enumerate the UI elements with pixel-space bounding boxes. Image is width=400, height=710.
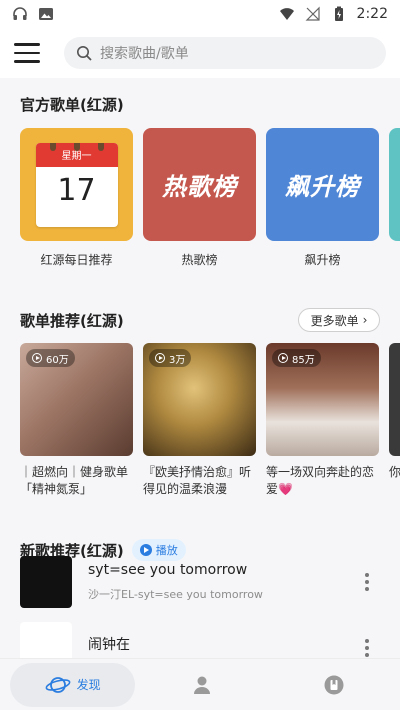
search-icon <box>77 46 92 61</box>
nav-profile[interactable] <box>135 663 267 707</box>
partial-cover <box>389 128 400 241</box>
play-circle-icon <box>32 353 42 363</box>
top-header: 搜索歌曲/歌单 <box>0 28 400 78</box>
play-count: 60万 <box>46 354 69 366</box>
play-circle-icon <box>155 353 165 363</box>
song-row[interactable]: syt=see you tomorrow 沙一汀EL-syt=see you t… <box>0 550 400 614</box>
song-thumbnail <box>20 622 72 658</box>
more-options-icon[interactable] <box>352 567 382 597</box>
calendar-icon: 星期一 17 <box>35 142 118 227</box>
search-input[interactable]: 搜索歌曲/歌单 <box>64 37 386 69</box>
more-options-icon[interactable] <box>352 633 382 658</box>
battery-charging-icon <box>334 6 343 21</box>
playlist-cover <box>389 343 400 456</box>
official-card-partial[interactable] <box>389 128 400 241</box>
play-count: 85万 <box>292 354 315 366</box>
rising-chart-cover-text: 飙升榜 <box>285 173 360 201</box>
hot-chart-cover-text: 热歌榜 <box>162 173 237 201</box>
headphones-icon <box>13 7 27 20</box>
playlist-card[interactable]: 60万 ｜超燃向｜健身歌单「精神氮泵」 <box>20 343 133 498</box>
official-playlists-row: 星期一 17 红源每日推荐 热歌榜 热歌榜 飙升榜 飙升榜 <box>20 128 400 278</box>
play-count-badge: 60万 <box>26 349 75 367</box>
person-icon <box>193 676 210 694</box>
play-count-badge: 3万 <box>149 349 192 367</box>
playlist-title: 你 <box>389 465 400 479</box>
rising-chart-cover: 飙升榜 <box>266 128 379 241</box>
play-count: 3万 <box>169 354 186 366</box>
nav-discover[interactable]: 发现 <box>10 662 136 707</box>
playlist-cover: 3万 <box>143 343 256 456</box>
playlist-card-partial[interactable]: 你 <box>389 343 400 498</box>
planet-icon <box>45 676 71 693</box>
official-card-name: 红源每日推荐 <box>40 253 113 267</box>
play-circle-icon <box>278 353 288 363</box>
official-playlists-title: 官方歌单(红源) <box>20 96 124 114</box>
hot-chart-cover: 热歌榜 <box>143 128 256 241</box>
gallery-icon <box>39 8 53 20</box>
playlist-title: 等一场双向奔赴的恋爱💗 <box>266 465 375 496</box>
calendar-day: 17 <box>57 172 96 208</box>
status-time: 2:22 <box>356 6 388 22</box>
recommended-playlists-title: 歌单推荐(红源) <box>20 312 124 330</box>
song-name: syt=see you tomorrow <box>88 562 248 578</box>
nav-discover-label: 发现 <box>76 678 101 692</box>
calendar-cover: 星期一 17 <box>20 128 133 241</box>
playlist-cover: 60万 <box>20 343 133 456</box>
song-artist: 沙一汀EL-syt=see you tomorrow <box>88 588 263 601</box>
song-thumbnail <box>20 556 72 608</box>
more-playlists-label: 更多歌单 <box>310 313 359 328</box>
play-count-badge: 85万 <box>272 349 321 367</box>
recommended-playlists-row: 60万 ｜超燃向｜健身歌单「精神氮泵」 3万 『欧美抒情治愈』听得见的温柔浪漫 … <box>20 343 400 513</box>
official-card-name: 飙升榜 <box>304 253 341 267</box>
song-name: 闹钟在 <box>88 637 130 653</box>
chevron-right-icon: › <box>362 313 368 327</box>
search-placeholder: 搜索歌曲/歌单 <box>100 46 189 62</box>
nav-library[interactable] <box>268 663 400 707</box>
book-icon <box>324 675 344 694</box>
official-card-rising[interactable]: 飙升榜 飙升榜 <box>266 128 379 268</box>
official-card-hot[interactable]: 热歌榜 热歌榜 <box>143 128 256 268</box>
official-card-daily[interactable]: 星期一 17 红源每日推荐 <box>20 128 133 268</box>
playlist-cover: 85万 <box>266 343 379 456</box>
song-row[interactable]: 闹钟在 <box>0 616 400 658</box>
no-signal-icon <box>305 6 320 21</box>
playlist-title: ｜超燃向｜健身歌单「精神氮泵」 <box>20 465 129 496</box>
playlist-title: 『欧美抒情治愈』听得见的温柔浪漫 <box>143 465 252 496</box>
menu-icon[interactable] <box>14 43 40 63</box>
playlist-card[interactable]: 85万 等一场双向奔赴的恋爱💗 <box>266 343 379 498</box>
playlist-card[interactable]: 3万 『欧美抒情治愈』听得见的温柔浪漫 <box>143 343 256 498</box>
more-playlists-button[interactable]: 更多歌单 › <box>298 308 380 332</box>
bottom-nav: 发现 <box>0 658 400 710</box>
status-bar: 2:22 <box>0 0 400 28</box>
wifi-icon <box>279 8 294 20</box>
official-card-name: 热歌榜 <box>181 253 218 267</box>
discover-content: 官方歌单(红源) 星期一 17 红源每日推荐 热歌榜 热歌榜 飙升榜 飙升榜 歌… <box>0 78 400 658</box>
